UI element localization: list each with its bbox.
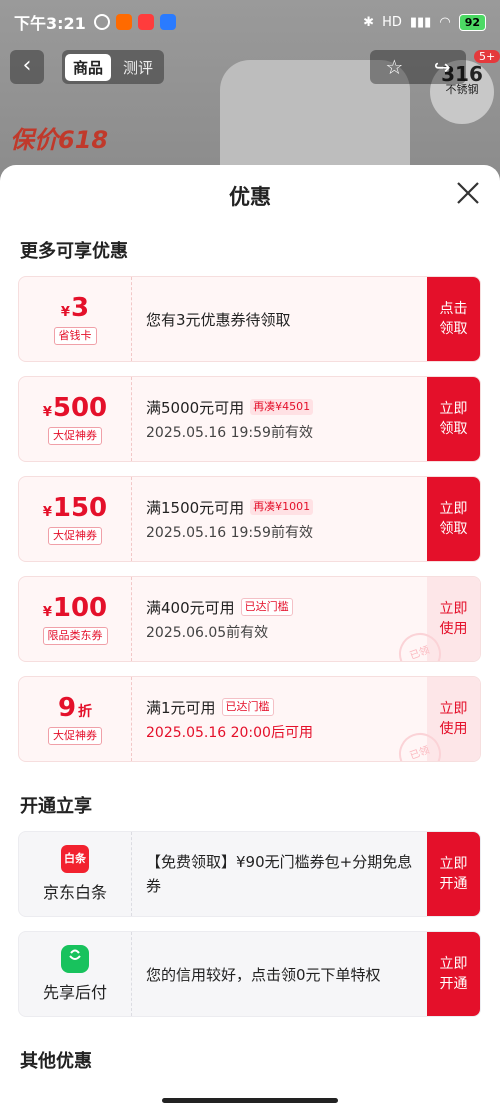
- coupon-value: ¥3 省钱卡: [19, 277, 132, 361]
- coupon-amount: 100: [52, 593, 108, 623]
- coupon-available-time: 2025.05.16 20:00后可用: [146, 724, 313, 741]
- claim-button-label: 立即领取: [439, 501, 468, 537]
- weibo-icon: [137, 14, 154, 30]
- baitiao-icon: 白条: [61, 845, 89, 873]
- bluetooth-icon: ✱: [363, 14, 375, 30]
- claim-button[interactable]: 立即领取: [427, 377, 480, 461]
- activate-button-label: 立即开通: [439, 856, 468, 892]
- activate-button[interactable]: 立即开通: [427, 932, 480, 1016]
- use-button-label: 立即使用: [439, 601, 468, 637]
- service-description: 您的信用较好，点击领0元下单特权: [146, 965, 381, 984]
- coupon-type-tag: 大促神券: [48, 727, 102, 745]
- coupon-condition: 您有3元优惠券待领取: [146, 310, 291, 329]
- status-bar: 下午3:21 ✱ HD ▮▮▮ ◠ 92: [0, 0, 500, 44]
- coupon-condition: 满1元可用: [146, 698, 216, 717]
- coupon-sheet: 优惠 更多可享优惠 ¥3 省钱卡 您有3元优惠券待领取 点击领取 ¥500 大促…: [0, 165, 500, 1111]
- service-card-baitiao: 白条 京东白条 【免费领取】¥90无门槛券包+分期免息券 立即开通: [18, 831, 481, 917]
- currency-symbol: ¥: [42, 605, 52, 620]
- coupon-card: ¥150 大促神券 满1500元可用 再凑¥1001 2025.05.16 19:…: [18, 476, 481, 562]
- gap-amount-chip: 再凑¥1001: [250, 499, 314, 515]
- coupon-value: 9折 大促神券: [19, 677, 132, 761]
- coupon-info: 满1500元可用 再凑¥1001 2025.05.16 19:59前有效: [132, 477, 427, 561]
- section-open-benefits: 开通立享: [20, 796, 92, 817]
- close-icon[interactable]: [454, 179, 482, 207]
- coupon-card: ¥100 限品类东券 满400元可用 已达门槛 2025.06.05前有效 已领 …: [18, 576, 481, 662]
- service-name: 先享后付: [42, 983, 107, 1002]
- coupon-card: ¥500 大促神券 满5000元可用 再凑¥4501 2025.05.16 19:…: [18, 376, 481, 462]
- coupon-type-tag: 大促神券: [48, 527, 102, 545]
- currency-symbol: ¥: [60, 305, 70, 320]
- service-card-pay-later: 先享后付 您的信用较好，点击领0元下单特权 立即开通: [18, 931, 481, 1017]
- coupon-expiry: 2025.05.16 19:59前有效: [146, 524, 313, 541]
- discount-unit: 折: [78, 704, 93, 720]
- wifi-icon: ◠: [439, 14, 451, 30]
- coupon-info: 满400元可用 已达门槛 2025.06.05前有效 已领: [132, 577, 447, 661]
- taobao-icon: [115, 14, 132, 30]
- threshold-met-chip: 已达门槛: [221, 698, 274, 716]
- signal-icon: ▮▮▮: [409, 14, 432, 30]
- section-other-offers: 其他优惠: [20, 1051, 92, 1072]
- threshold-met-chip: 已达门槛: [240, 598, 293, 616]
- discount-number: 9: [57, 693, 77, 723]
- gap-amount-chip: 再凑¥4501: [250, 399, 314, 415]
- back-button[interactable]: ‹: [10, 50, 44, 84]
- coupon-type-tag: 大促神券: [48, 427, 102, 445]
- coupon-card: 9折 大促神券 满1元可用 已达门槛 2025.05.16 20:00后可用 已领…: [18, 676, 481, 762]
- currency-symbol: ¥: [42, 405, 52, 420]
- coupon-info: 满5000元可用 再凑¥4501 2025.05.16 19:59前有效: [132, 377, 427, 461]
- service-info: 您的信用较好，点击领0元下单特权: [132, 932, 427, 1016]
- coupon-amount: 3: [70, 293, 90, 323]
- top-actions: ☆ ↪: [370, 50, 466, 84]
- status-time: 下午3:21: [14, 14, 86, 33]
- battery-icon: 92: [458, 13, 486, 31]
- notification-badge: 5+: [474, 50, 500, 63]
- claim-button-label: 立即领取: [439, 401, 468, 437]
- shopping-bag-icon: [61, 945, 89, 973]
- coupon-type-tag: 省钱卡: [53, 327, 97, 345]
- app-icon: [159, 14, 176, 30]
- service-brand: 先享后付: [19, 932, 132, 1016]
- tab-goods[interactable]: 商品: [65, 53, 112, 81]
- home-indicator[interactable]: [162, 1098, 338, 1103]
- coupon-condition: 满1500元可用: [146, 498, 245, 517]
- claim-button[interactable]: 立即领取: [427, 477, 480, 561]
- service-info: 【免费领取】¥90无门槛券包+分期免息券: [132, 832, 427, 916]
- service-name: 京东白条: [42, 883, 107, 902]
- coupon-card: ¥3 省钱卡 您有3元优惠券待领取 点击领取: [18, 276, 481, 362]
- currency-symbol: ¥: [42, 505, 52, 520]
- badge-text: 不锈钢: [445, 83, 479, 96]
- coupon-amount: 500: [52, 393, 108, 423]
- favorite-star-icon[interactable]: ☆: [385, 55, 403, 79]
- coupon-expiry: 2025.06.05前有效: [146, 624, 269, 641]
- service-brand: 白条 京东白条: [19, 832, 132, 916]
- use-button-label: 立即使用: [439, 701, 468, 737]
- coupon-condition: 满5000元可用: [146, 398, 245, 417]
- coupon-info: 您有3元优惠券待领取: [132, 277, 427, 361]
- coupon-value: ¥100 限品类东券: [19, 577, 132, 661]
- alarm-icon: [93, 14, 110, 30]
- section-more-offers: 更多可享优惠: [20, 241, 128, 262]
- service-description: 【免费领取】¥90无门槛券包+分期免息券: [146, 853, 413, 895]
- coupon-condition: 满400元可用: [146, 598, 235, 617]
- coupon-info: 满1元可用 已达门槛 2025.05.16 20:00后可用 已领: [132, 677, 447, 761]
- coupon-amount: 150: [52, 493, 108, 523]
- activate-button-label: 立即开通: [439, 956, 468, 992]
- page-tabs: 商品 测评: [62, 50, 165, 84]
- coupon-value: ¥150 大促神券: [19, 477, 132, 561]
- claim-button[interactable]: 点击领取: [427, 277, 480, 361]
- coupon-type-tag: 限品类东券: [42, 627, 108, 645]
- tab-review[interactable]: 测评: [115, 54, 161, 81]
- share-icon[interactable]: ↪: [434, 55, 451, 79]
- sheet-title: 优惠: [229, 185, 271, 209]
- claim-button-label: 点击领取: [439, 301, 468, 337]
- signal-hd-label: HD: [382, 14, 402, 30]
- promo-banner: 保价618: [10, 126, 109, 154]
- coupon-expiry: 2025.05.16 19:59前有效: [146, 424, 313, 441]
- activate-button[interactable]: 立即开通: [427, 832, 480, 916]
- coupon-value: ¥500 大促神券: [19, 377, 132, 461]
